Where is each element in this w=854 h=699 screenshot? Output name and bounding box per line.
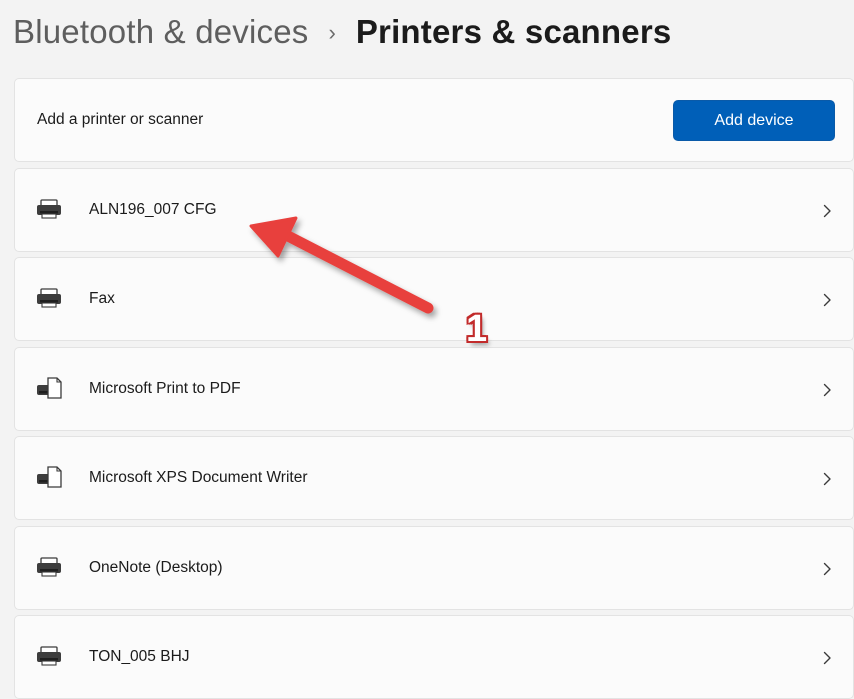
- annotation-number: 1: [466, 308, 488, 350]
- chevron-right-icon: [823, 562, 831, 576]
- breadcrumb-separator-icon: ›: [328, 20, 336, 45]
- breadcrumb-parent-link[interactable]: Bluetooth & devices: [13, 13, 308, 51]
- device-row-microsoft-print-to-pdf[interactable]: Microsoft Print to PDF: [14, 347, 854, 431]
- device-row-onenote-desktop[interactable]: OneNote (Desktop): [14, 526, 854, 610]
- chevron-right-icon: [823, 293, 831, 307]
- printer-icon: [37, 557, 61, 577]
- chevron-right-icon: [823, 204, 831, 218]
- device-row-ton-005-bhj[interactable]: TON_005 BHJ: [14, 615, 854, 699]
- device-name: Microsoft Print to PDF: [89, 380, 241, 397]
- printer-document-icon: [37, 377, 62, 399]
- printer-icon: [37, 288, 61, 308]
- device-row-microsoft-xps-document-writer[interactable]: Microsoft XPS Document Writer: [14, 436, 854, 520]
- printer-icon: [37, 199, 61, 219]
- chevron-right-icon: [823, 472, 831, 486]
- device-name: OneNote (Desktop): [89, 559, 223, 576]
- device-name: TON_005 BHJ: [89, 648, 190, 665]
- chevron-right-icon: [823, 383, 831, 397]
- device-row-fax[interactable]: Fax: [14, 257, 854, 341]
- device-name: ALN196_007 CFG: [89, 201, 217, 218]
- add-printer-card: Add a printer or scanner Add device: [14, 78, 854, 162]
- device-name: Fax: [89, 290, 115, 307]
- printer-icon: [37, 646, 61, 666]
- page-title: Printers & scanners: [355, 13, 672, 50]
- add-printer-label: Add a printer or scanner: [37, 111, 204, 128]
- device-name: Microsoft XPS Document Writer: [89, 469, 308, 486]
- breadcrumb: Bluetooth & devices › Printers & scanner…: [13, 10, 671, 54]
- printer-document-icon: [37, 466, 62, 488]
- settings-page: Bluetooth & devices › Printers & scanner…: [0, 0, 854, 699]
- device-row-aln196-007-cfg[interactable]: ALN196_007 CFG: [14, 168, 854, 252]
- add-device-button[interactable]: Add device: [673, 100, 835, 141]
- chevron-right-icon: [823, 651, 831, 665]
